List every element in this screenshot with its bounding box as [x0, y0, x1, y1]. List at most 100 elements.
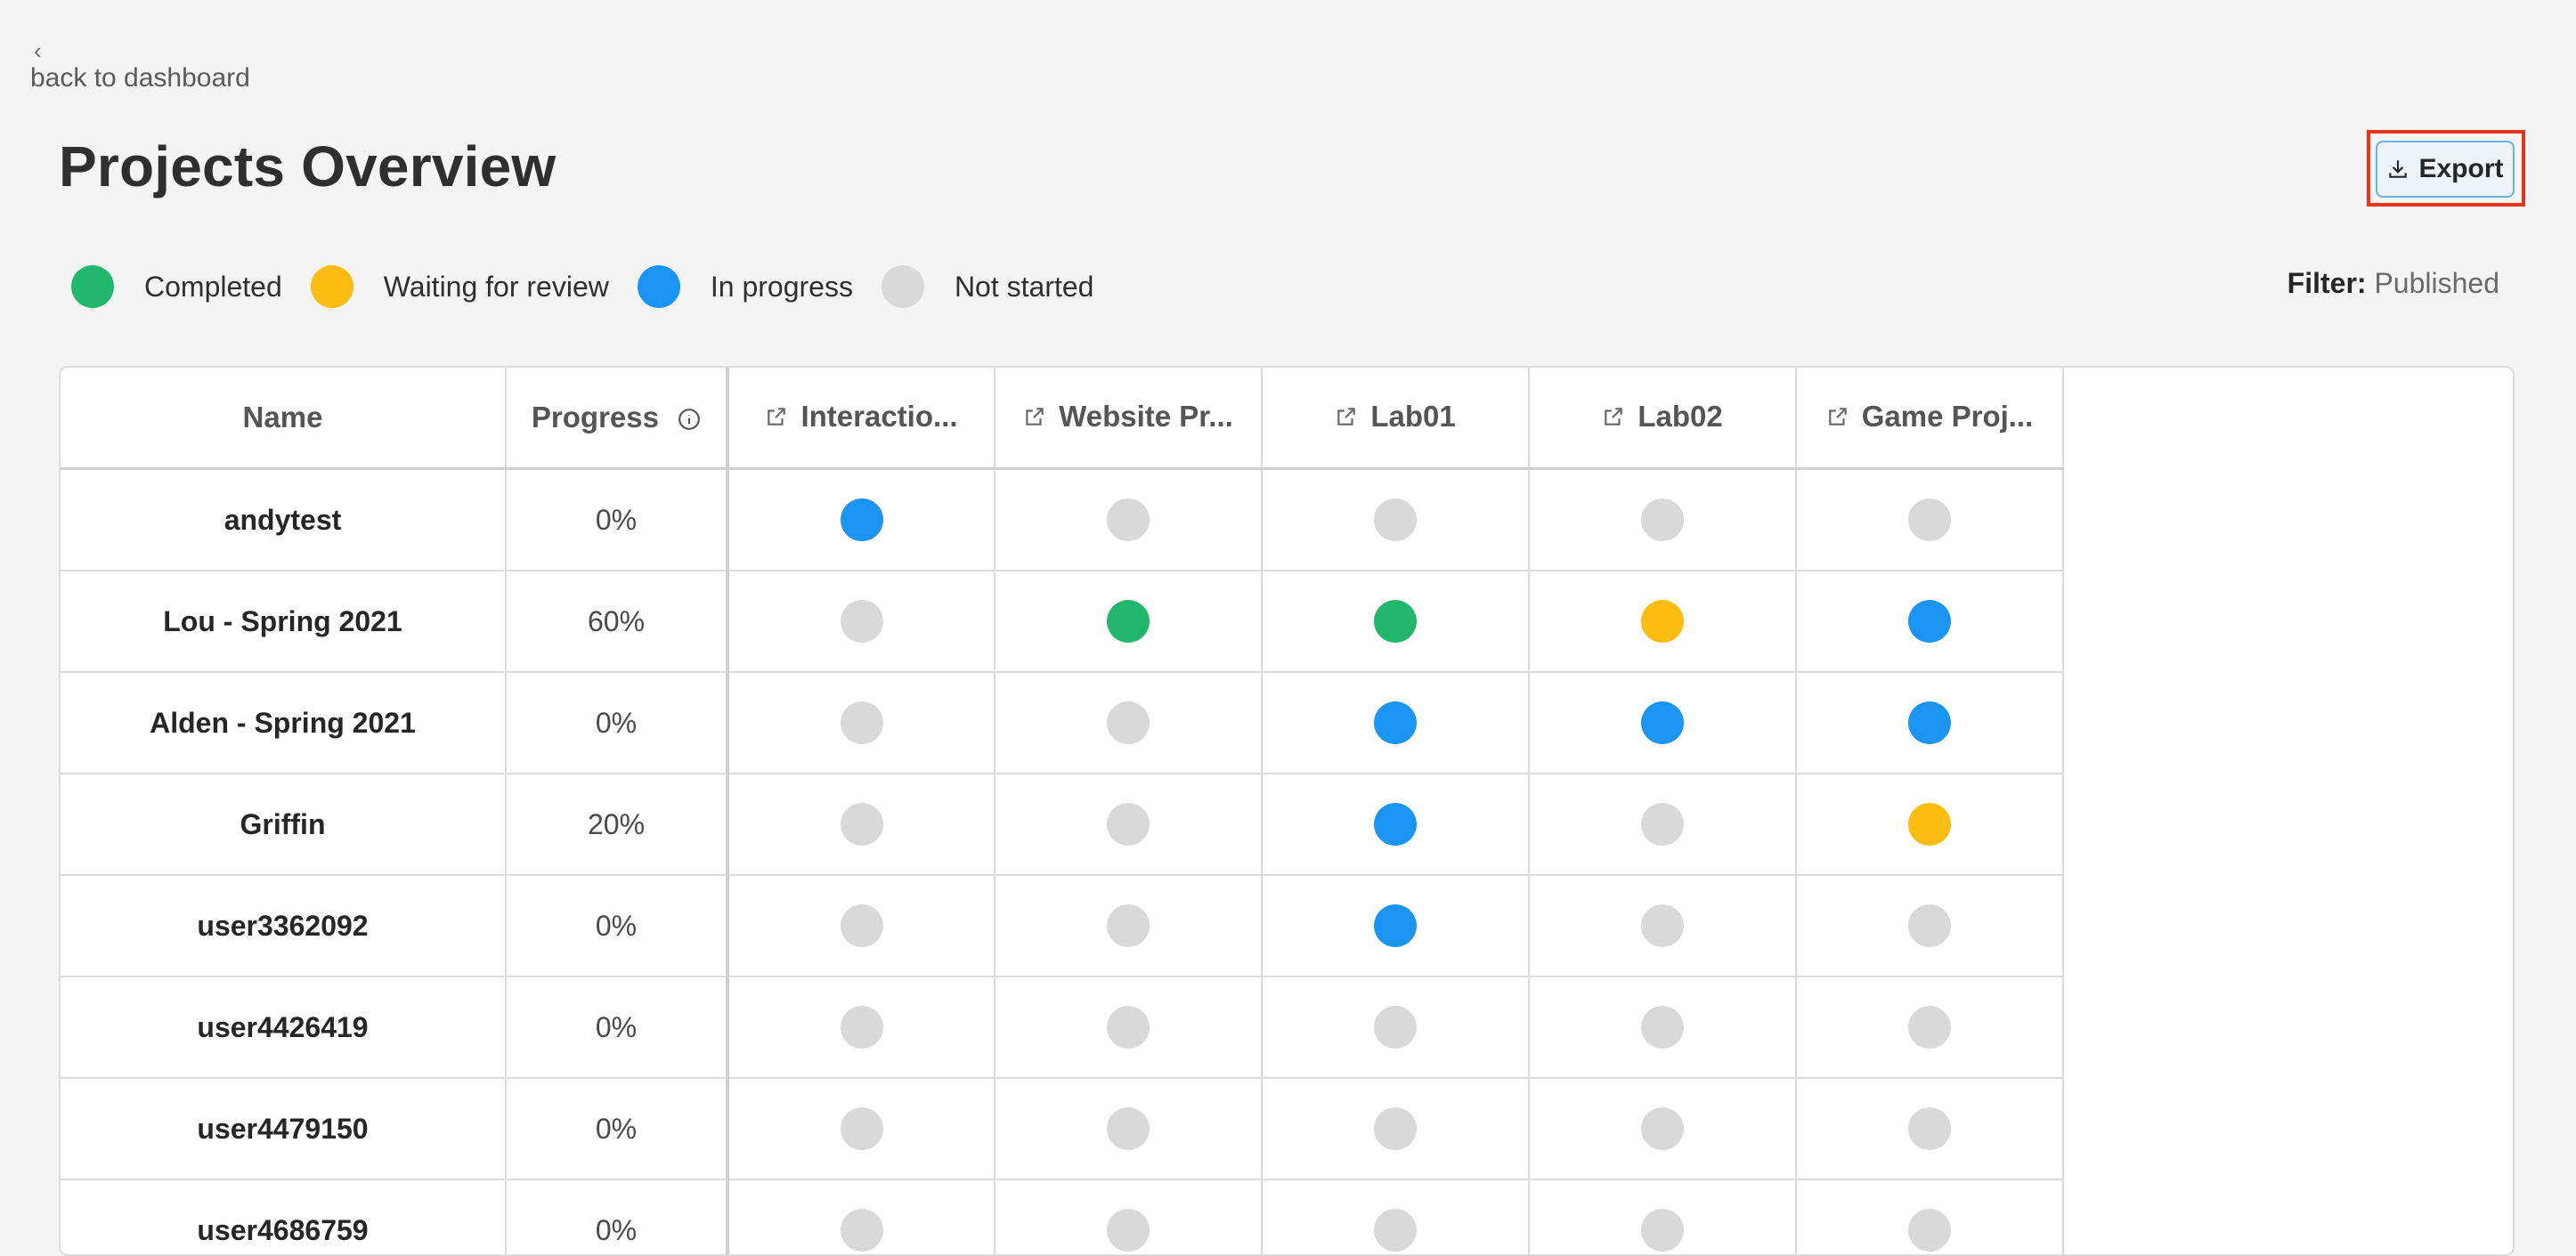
back-to-dashboard-link[interactable]: ‹ back to dashboard: [30, 39, 250, 94]
status-cell[interactable]: [1262, 1078, 1529, 1179]
export-button[interactable]: Export: [2376, 141, 2515, 198]
status-dot-not-started: [1641, 1107, 1684, 1150]
status-cell[interactable]: [995, 1078, 1262, 1179]
legend-label: Completed: [144, 271, 282, 304]
status-cell[interactable]: [1796, 469, 2063, 571]
status-dot-in-progress: [1641, 701, 1684, 744]
external-link-icon[interactable]: [1602, 405, 1625, 428]
status-cell[interactable]: [1262, 672, 1529, 774]
status-cell[interactable]: [1262, 469, 1529, 571]
status-cell[interactable]: [1796, 976, 2063, 1078]
status-dot-completed: [1107, 600, 1150, 643]
external-link-icon[interactable]: [765, 405, 788, 428]
status-dot-waiting: [1641, 600, 1684, 643]
status-cell[interactable]: [1262, 571, 1529, 672]
status-dot-not-started: [841, 701, 883, 744]
status-cell[interactable]: [727, 1078, 995, 1179]
filter-label: Filter:: [2288, 267, 2367, 299]
status-cell[interactable]: [995, 774, 1262, 875]
status-dot-not-started: [1374, 1209, 1417, 1252]
status-dot-not-started: [1908, 1107, 1951, 1150]
status-cell[interactable]: [727, 469, 995, 571]
status-cell[interactable]: [1529, 1179, 1796, 1256]
progress-value: 0%: [506, 1179, 727, 1256]
legend-dot-waiting: [311, 265, 353, 308]
status-cell[interactable]: [727, 976, 995, 1078]
status-dot-not-started: [841, 600, 883, 643]
project-header-label: Website Pr...: [1059, 400, 1233, 434]
legend-label: In progress: [711, 271, 853, 304]
download-icon: [2386, 158, 2409, 181]
status-cell[interactable]: [727, 571, 995, 672]
status-cell[interactable]: [1796, 571, 2063, 672]
project-column-header[interactable]: Lab01: [1262, 368, 1529, 469]
status-dot-not-started: [1374, 1107, 1417, 1150]
status-cell[interactable]: [995, 875, 1262, 976]
status-dot-not-started: [1107, 498, 1150, 541]
table-row: Griffin20%: [61, 774, 2063, 875]
status-cell[interactable]: [1529, 571, 1796, 672]
page-title: Projects Overview: [59, 134, 556, 199]
status-cell[interactable]: [995, 571, 1262, 672]
status-dot-not-started: [1107, 1107, 1150, 1150]
status-cell[interactable]: [727, 774, 995, 875]
external-link-icon[interactable]: [1023, 405, 1046, 428]
project-column-header[interactable]: Lab02: [1529, 368, 1796, 469]
status-dot-in-progress: [1374, 904, 1417, 947]
table-body: andytest0%Lou - Spring 202160%Alden - Sp…: [61, 469, 2063, 1256]
info-icon[interactable]: [678, 408, 701, 431]
project-column-header[interactable]: Game Proj...: [1796, 368, 2063, 469]
progress-column-header[interactable]: Progress: [506, 368, 727, 469]
status-cell[interactable]: [1796, 672, 2063, 774]
legend-dot-completed: [71, 265, 114, 308]
status-cell[interactable]: [1262, 774, 1529, 875]
status-cell[interactable]: [1796, 774, 2063, 875]
project-header-label: Interactio...: [800, 400, 957, 434]
status-cell[interactable]: [1529, 774, 1796, 875]
status-cell[interactable]: [1796, 875, 2063, 976]
status-cell[interactable]: [1796, 1179, 2063, 1256]
name-column-header[interactable]: Name: [61, 368, 506, 469]
projects-table-card: Name Progress Interactio... Website Pr...…: [59, 366, 2515, 1256]
status-cell[interactable]: [727, 1179, 995, 1256]
status-cell[interactable]: [1796, 1078, 2063, 1179]
external-link-icon[interactable]: [1826, 405, 1849, 428]
table-header-row: Name Progress Interactio... Website Pr...…: [61, 368, 2063, 469]
status-cell[interactable]: [1262, 1179, 1529, 1256]
progress-value: 0%: [506, 976, 727, 1078]
status-cell[interactable]: [1262, 976, 1529, 1078]
status-cell[interactable]: [727, 672, 995, 774]
status-dot-not-started: [1107, 904, 1150, 947]
status-dot-not-started: [1107, 701, 1150, 744]
status-dot-completed: [1374, 600, 1417, 643]
project-column-header[interactable]: Website Pr...: [995, 368, 1262, 469]
student-name: Lou - Spring 2021: [61, 571, 506, 672]
status-dot-not-started: [1641, 1209, 1684, 1252]
status-dot-waiting: [1908, 803, 1951, 846]
status-cell[interactable]: [995, 1179, 1262, 1256]
status-cell[interactable]: [1262, 875, 1529, 976]
table-row: user44791500%: [61, 1078, 2063, 1179]
status-cell[interactable]: [995, 469, 1262, 571]
status-cell[interactable]: [727, 875, 995, 976]
status-cell[interactable]: [1529, 469, 1796, 571]
table-row: user44264190%: [61, 976, 2063, 1078]
project-column-header[interactable]: Interactio...: [727, 368, 995, 469]
project-header-label: Game Proj...: [1862, 400, 2034, 434]
status-dot-not-started: [1908, 498, 1951, 541]
status-cell[interactable]: [1529, 875, 1796, 976]
progress-value: 0%: [506, 469, 727, 571]
student-name: Alden - Spring 2021: [61, 672, 506, 774]
status-dot-not-started: [1908, 1006, 1951, 1049]
status-cell[interactable]: [1529, 672, 1796, 774]
projects-table: Name Progress Interactio... Website Pr...…: [61, 368, 2064, 1256]
status-cell[interactable]: [1529, 1078, 1796, 1179]
status-dot-not-started: [1374, 498, 1417, 541]
status-dot-not-started: [1107, 1209, 1150, 1252]
external-link-icon[interactable]: [1335, 405, 1358, 428]
progress-value: 60%: [506, 571, 727, 672]
status-cell[interactable]: [995, 976, 1262, 1078]
status-cell[interactable]: [1529, 976, 1796, 1078]
status-dot-in-progress: [1374, 803, 1417, 846]
status-cell[interactable]: [995, 672, 1262, 774]
